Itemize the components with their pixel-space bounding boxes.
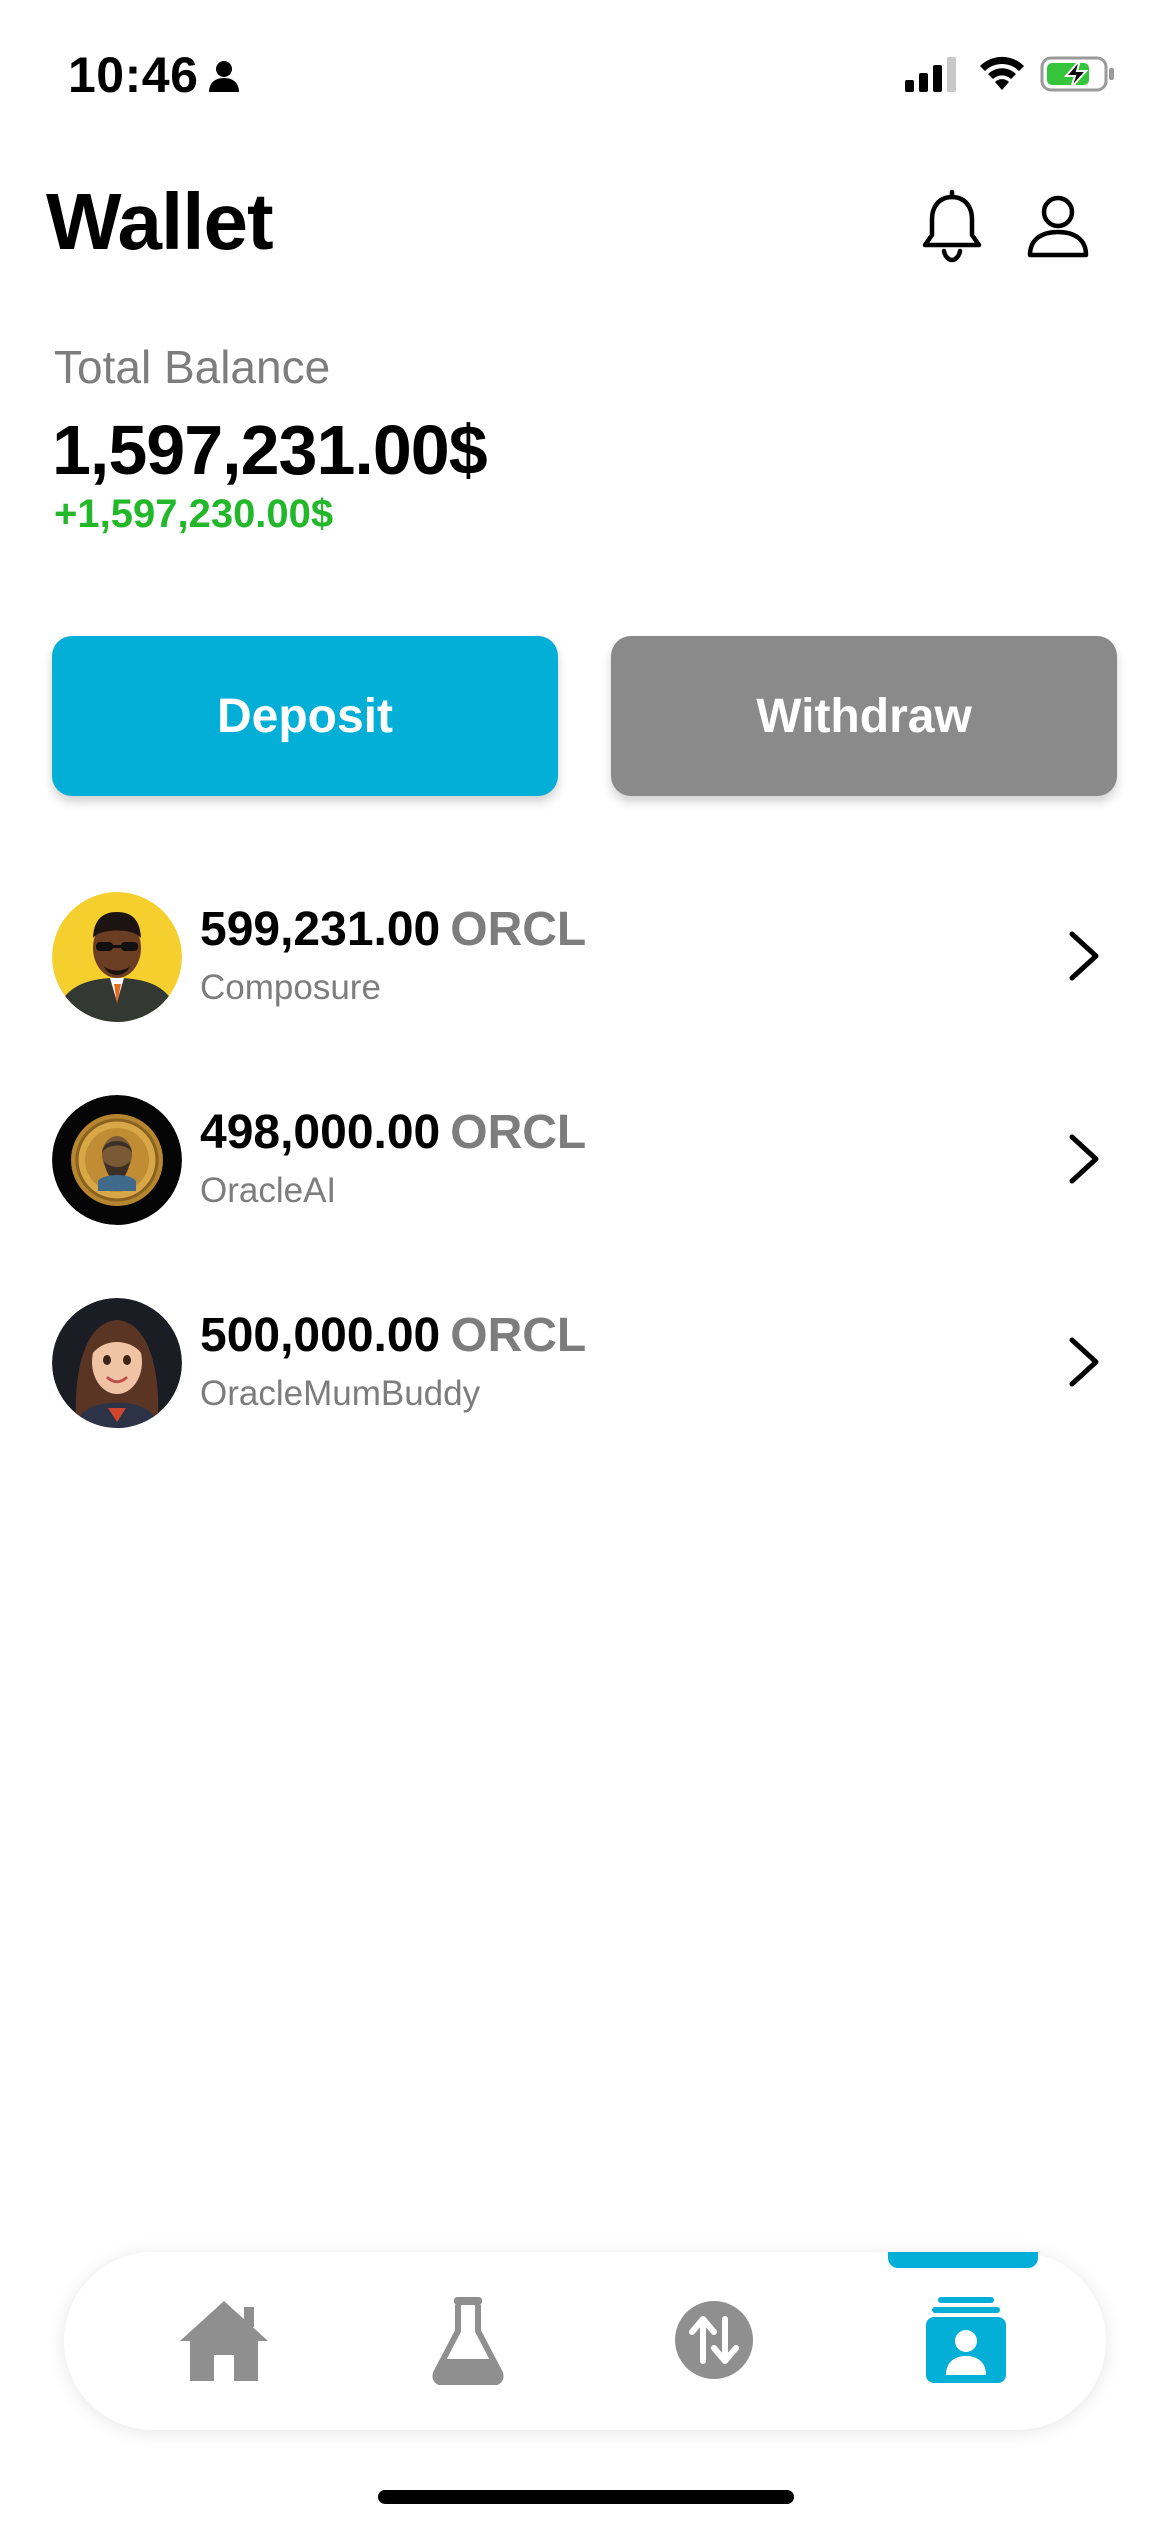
flask-icon (432, 2297, 504, 2385)
wallet-unit: ORCL (450, 1106, 587, 1159)
swap-icon (675, 2301, 753, 2379)
home-icon (180, 2301, 268, 2381)
wallet-unit: ORCL (450, 1309, 587, 1362)
signal-icon (905, 57, 956, 92)
wallet-item-composure[interactable]: 599,231.00 ORCL Composure (0, 878, 1170, 1081)
status-bar: 10:46 (0, 0, 1170, 150)
wallet-name: OracleMumBuddy (200, 1374, 481, 1413)
tab-swap[interactable] (654, 2280, 774, 2400)
bell-icon (922, 189, 982, 263)
profile-button[interactable] (1016, 184, 1100, 268)
chevron-right-icon (1069, 1134, 1099, 1184)
total-balance-value: 1,597,231.00$ (52, 411, 488, 489)
wallet-item-oracleai[interactable]: 498,000.00 ORCL OracleAI (0, 1081, 1170, 1284)
wifi-icon (980, 56, 1024, 90)
wallet-item-oraclemumbuddy[interactable]: 500,000.00 ORCL OracleMumBuddy (0, 1284, 1170, 1487)
wallet-list: 599,231.00 ORCL Composure 498,000.00 ORCL (0, 878, 1170, 1487)
page-title: Wallet (46, 177, 274, 266)
tab-home[interactable] (164, 2280, 284, 2400)
active-tab-indicator (888, 2252, 1038, 2268)
wallet-screen: 10:46 Wallet Total Balance 1,597,231.00$… (0, 0, 1170, 2532)
wallet-name: OracleAI (200, 1171, 337, 1210)
tab-lab[interactable] (408, 2280, 528, 2400)
wallet-amount: 498,000.00 (200, 1106, 441, 1159)
notifications-button[interactable] (910, 184, 994, 268)
deposit-button[interactable]: Deposit (52, 636, 558, 796)
wallet-amount: 599,231.00 (200, 903, 441, 956)
user-icon (1027, 195, 1089, 258)
composure-avatar (52, 892, 182, 1022)
bottom-tab-bar (64, 2252, 1106, 2430)
wallet-amount: 500,000.00 (200, 1309, 441, 1362)
wallet-card-icon (926, 2297, 1006, 2383)
battery-charging-icon (1040, 56, 1114, 92)
oracleai-avatar (52, 1095, 182, 1225)
wallet-amount-line: 599,231.00 ORCL (200, 902, 586, 957)
wallet-amount-line: 500,000.00 ORCL (200, 1308, 586, 1363)
person-status-icon (209, 61, 239, 92)
chevron-right-icon (1069, 931, 1099, 981)
wallet-name: Composure (200, 968, 381, 1007)
wallet-amount-line: 498,000.00 ORCL (200, 1105, 586, 1160)
oraclemumbuddy-avatar (52, 1298, 182, 1428)
withdraw-button[interactable]: Withdraw (611, 636, 1117, 796)
wallet-unit: ORCL (450, 903, 587, 956)
home-indicator[interactable] (378, 2490, 794, 2504)
total-balance-label: Total Balance (54, 341, 331, 393)
balance-change: +1,597,230.00$ (54, 492, 334, 536)
chevron-right-icon (1069, 1337, 1099, 1387)
tab-wallet[interactable] (906, 2280, 1026, 2400)
status-time: 10:46 (68, 47, 199, 103)
